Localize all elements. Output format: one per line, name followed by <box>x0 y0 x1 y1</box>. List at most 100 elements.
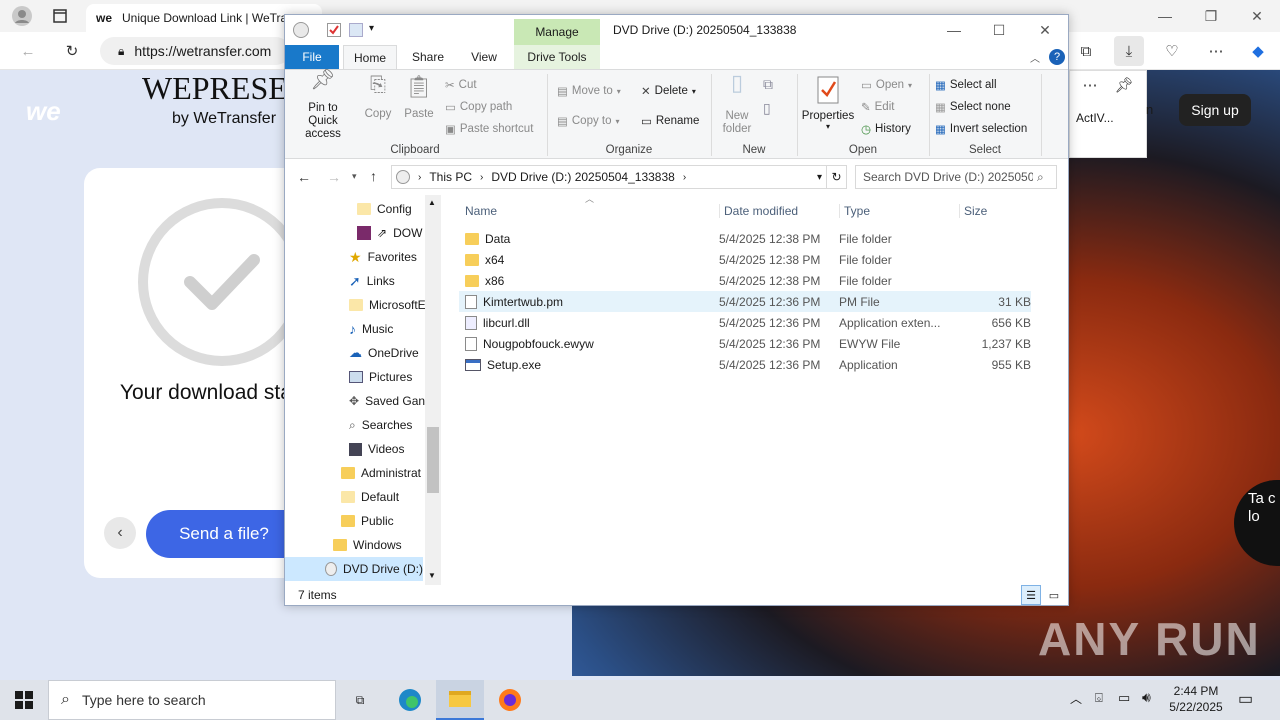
edge-icon[interactable] <box>386 680 434 720</box>
breadcrumb-dvd-drive[interactable]: DVD Drive (D:) 20250504_133838 <box>491 170 674 184</box>
large-icons-view-icon[interactable]: ▭ <box>1044 585 1064 605</box>
back-icon[interactable]: ← <box>297 169 311 185</box>
table-row[interactable]: x86 5/4/2025 12:38 PM File folder <box>459 270 1031 291</box>
profile-icon[interactable] <box>8 4 36 28</box>
column-size[interactable]: Size <box>959 204 1031 218</box>
tab-file[interactable]: File <box>285 45 339 69</box>
wetransfer-logo[interactable]: we <box>26 96 61 127</box>
nav-item-windows[interactable]: Windows <box>333 533 402 557</box>
scroll-thumb[interactable] <box>427 427 439 493</box>
nav-item-favorites[interactable]: ★ Favorites <box>349 245 417 269</box>
close-button[interactable]: ✕ <box>1030 17 1060 43</box>
minimize-button[interactable]: — <box>939 17 969 43</box>
table-row[interactable]: Nougpobfouck.ewyw 5/4/2025 12:36 PM EWYW… <box>459 333 1031 354</box>
device-icon[interactable]: ⌺ <box>1095 690 1103 706</box>
collections-icon[interactable]: ⧉ <box>1072 37 1100 65</box>
column-name[interactable]: Name <box>459 204 719 218</box>
paste-button[interactable]: 📋︎ Paste <box>403 74 435 120</box>
address-bar[interactable]: 🔒︎ https://wetransfer.com <box>100 37 290 65</box>
new-folder-quick-icon[interactable] <box>349 23 363 37</box>
downloads-icon[interactable]: ⤓ <box>1114 36 1144 66</box>
help-icon[interactable]: ? <box>1049 49 1065 65</box>
browser-close-button[interactable]: ✕ <box>1242 4 1272 28</box>
copy-path-button[interactable]: ▭ Copy path <box>445 100 512 114</box>
copy-to-button[interactable]: ▤ Copy to ▾ <box>557 114 620 128</box>
table-row[interactable]: Kimtertwub.pm 5/4/2025 12:36 PM PM File … <box>459 291 1031 312</box>
send-file-button[interactable]: Send a file? <box>146 510 302 558</box>
address-breadcrumb[interactable]: › This PC › DVD Drive (D:) 20250504_1338… <box>391 165 827 189</box>
nav-item-config[interactable]: Config <box>357 197 412 221</box>
table-row[interactable]: Data 5/4/2025 12:38 PM File folder <box>459 228 1031 249</box>
taskbar-search[interactable]: ⌕ Type here to search <box>48 680 336 720</box>
tab-drive-tools[interactable]: Drive Tools <box>514 45 600 69</box>
start-button[interactable] <box>0 680 48 720</box>
easy-access-icon[interactable]: ▯ <box>763 100 771 117</box>
new-item-icon[interactable]: ⧉ <box>763 76 773 93</box>
back-icon[interactable]: ← <box>14 37 42 65</box>
address-dropdown-icon[interactable]: ▾ <box>817 172 826 183</box>
delete-button[interactable]: ✕ Delete ▾ <box>641 84 696 98</box>
browser-minimize-button[interactable]: — <box>1150 4 1180 28</box>
move-to-button[interactable]: ▤ Move to ▾ <box>557 84 621 98</box>
clock[interactable]: 2:44 PM 5/22/2025 <box>1166 683 1226 715</box>
forward-icon[interactable]: → <box>327 169 341 185</box>
table-row[interactable]: x64 5/4/2025 12:38 PM File folder <box>459 249 1031 270</box>
search-box[interactable]: Search DVD Drive (D:) 2025050... ⌕ <box>855 165 1057 189</box>
scroll-down-icon[interactable]: ▼ <box>428 571 436 580</box>
copilot-icon[interactable]: ◆ <box>1244 37 1272 65</box>
previous-button[interactable]: ‹ <box>104 517 136 549</box>
volume-icon[interactable]: 🔊︎ <box>1142 689 1151 706</box>
nav-item-dow[interactable]: ⇗ DOW <box>357 221 425 245</box>
up-icon[interactable]: ↑ <box>370 168 377 184</box>
nav-item-pictures[interactable]: Pictures <box>349 365 412 389</box>
task-view-icon[interactable]: ⧉ <box>336 680 384 720</box>
tab-home[interactable]: Home <box>343 45 397 69</box>
column-type[interactable]: Type <box>839 204 959 218</box>
rename-button[interactable]: ▭ Rename <box>641 114 699 128</box>
firefox-icon[interactable] <box>486 680 534 720</box>
history-button[interactable]: ◷ History <box>861 122 911 136</box>
nav-item-administrator[interactable]: Administrat <box>341 461 425 485</box>
properties-quick-icon[interactable] <box>327 23 341 37</box>
tab-actions-icon[interactable] <box>48 4 72 28</box>
copy-button[interactable]: ⎘ Copy <box>363 74 393 120</box>
collapse-ribbon-icon[interactable]: ︿ <box>1030 50 1040 65</box>
breadcrumb-this-pc[interactable]: This PC <box>429 170 472 184</box>
customize-quick-access-icon[interactable]: ▾ <box>369 23 374 34</box>
scroll-up-icon[interactable]: ▲ <box>428 198 436 207</box>
browser-maximize-button[interactable]: ❐ <box>1196 4 1226 28</box>
tab-view[interactable]: View <box>457 45 511 69</box>
select-none-button[interactable]: ▦ Select none <box>935 100 1011 114</box>
nav-item-saved-games[interactable]: ✥ Saved Gan <box>349 389 425 413</box>
more-options-icon[interactable]: ⋯ <box>1202 37 1230 65</box>
nav-item-onedrive[interactable]: ☁ OneDrive <box>349 341 419 365</box>
paste-shortcut-button[interactable]: ▣ Paste shortcut <box>445 122 533 136</box>
file-explorer-icon[interactable] <box>436 680 484 720</box>
nav-item-searches[interactable]: ⌕ Searches <box>349 413 412 437</box>
performance-icon[interactable]: ♡ <box>1158 37 1186 65</box>
edit-button[interactable]: ✎ Edit <box>861 100 894 114</box>
nav-item-dvd-drive[interactable]: DVD Drive (D:) <box>285 557 423 581</box>
tab-share[interactable]: Share <box>401 45 455 69</box>
open-button[interactable]: ▭ Open ▾ <box>861 78 912 92</box>
invert-selection-button[interactable]: ▦ Invert selection <box>935 122 1027 136</box>
nav-item-microsoft[interactable]: MicrosoftE <box>349 293 425 317</box>
pin-quick-access-button[interactable]: 📌︎ Pin to Quick access <box>293 70 353 141</box>
refresh-icon[interactable]: ↻ <box>827 165 847 189</box>
nav-scrollbar[interactable]: ▲ ▼ <box>425 195 441 585</box>
nav-item-public[interactable]: Public <box>341 509 394 533</box>
table-row[interactable]: Setup.exe 5/4/2025 12:36 PM Application … <box>459 354 1031 375</box>
notification-icon[interactable]: ▭ <box>1238 689 1253 709</box>
details-view-icon[interactable]: ☰ <box>1021 585 1041 605</box>
more-icon[interactable]: ⋯ <box>1076 71 1104 99</box>
recent-locations-icon[interactable]: ▾ <box>352 171 357 182</box>
properties-button[interactable]: Properties ▾ <box>801 76 855 131</box>
cut-button[interactable]: ✂ Cut <box>445 78 477 92</box>
nav-item-videos[interactable]: Videos <box>349 437 404 461</box>
new-folder-button[interactable]: ▯ New folder <box>717 72 757 136</box>
pin-icon[interactable]: 📌︎ <box>1110 71 1138 99</box>
sign-up-button[interactable]: Sign up <box>1179 94 1251 126</box>
nav-item-links[interactable]: ➚ Links <box>349 269 395 293</box>
network-icon[interactable]: ▭ <box>1118 690 1130 706</box>
refresh-icon[interactable]: ↻ <box>58 37 86 65</box>
